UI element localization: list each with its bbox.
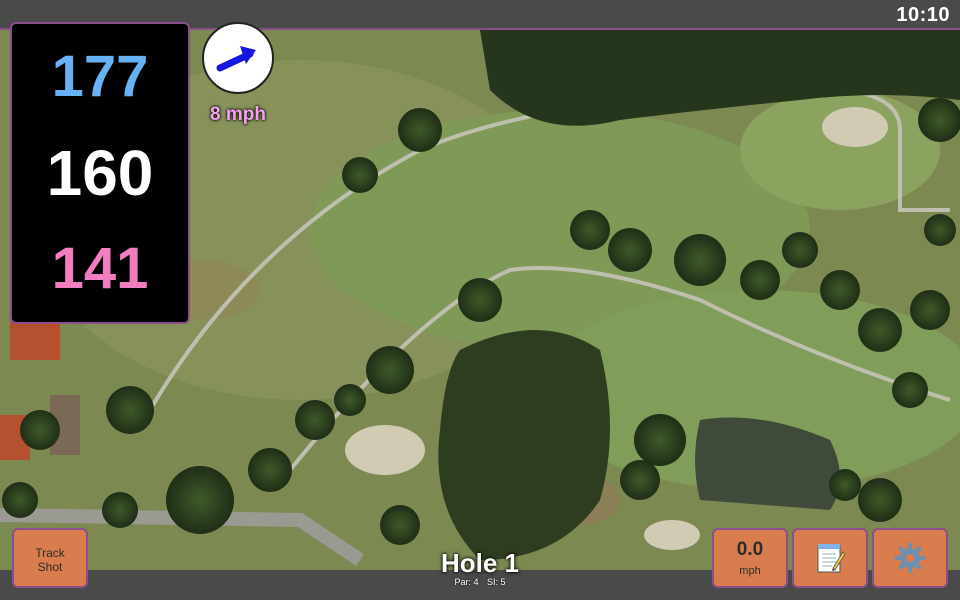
middle-distance: 160	[46, 136, 154, 209]
front-distance: 141	[51, 236, 149, 302]
wind-speed-label: 8 mph	[210, 104, 266, 125]
distance-panel: 177 160 141	[10, 22, 190, 324]
track-shot-label-line2: Shot	[37, 560, 63, 574]
notes-button[interactable]	[792, 528, 868, 588]
hole-par: Par: 4	[454, 577, 479, 587]
track-shot-label-line1: Track	[35, 546, 65, 560]
notepad-icon	[817, 544, 845, 573]
speed-value: 0.0	[736, 539, 764, 560]
track-shot-button[interactable]: Track Shot	[12, 528, 88, 588]
hole-stroke-index: SI: 5	[487, 577, 506, 587]
speed-button[interactable]: 0.0 mph	[712, 528, 788, 588]
hole-info: Par: 4 SI: 5	[380, 577, 580, 587]
clock: 10:10	[896, 4, 950, 26]
gear-icon	[895, 543, 925, 573]
back-distance: 177	[51, 43, 149, 109]
speed-unit: mph	[739, 565, 761, 577]
hole-title: Hole 1	[440, 548, 520, 578]
arrow-up-right-icon	[216, 46, 256, 72]
wind-indicator	[202, 22, 274, 94]
settings-button[interactable]	[872, 528, 948, 588]
